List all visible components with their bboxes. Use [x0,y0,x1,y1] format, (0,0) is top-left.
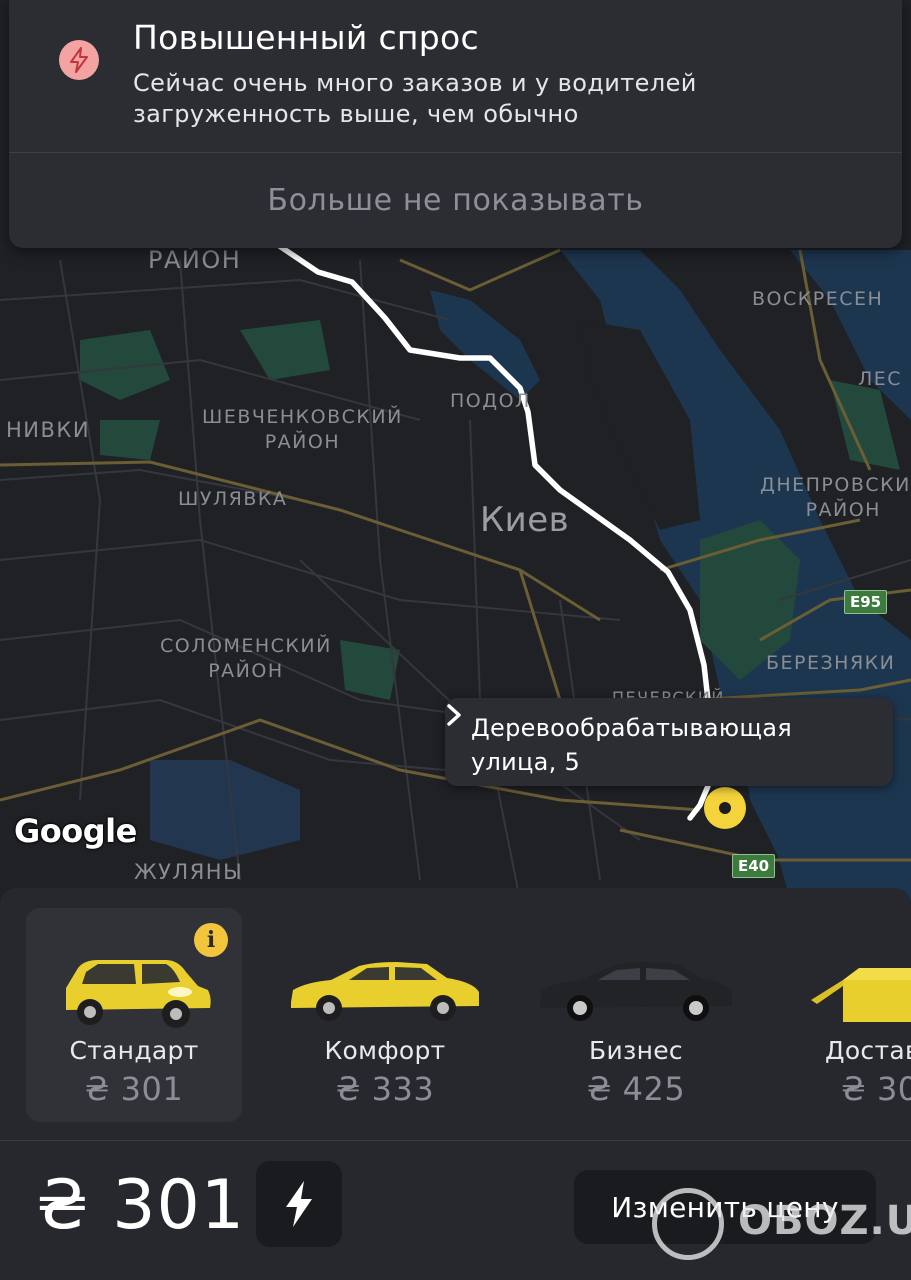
map-label-solomensky: СОЛОМЕНСКИЙ РАЙОН [160,635,332,682]
map-label-voskresenka: ВОСКРЕСЕН [752,288,884,310]
info-icon[interactable]: i [194,923,228,957]
destination-address: Деревообрабатывающая улица, 5 [471,714,793,776]
tariff-name: Стандарт [69,1036,199,1065]
map-label-les: ЛЕС [858,368,903,390]
tariff-business[interactable]: Бизнес ₴ 425 [528,908,744,1122]
map-label-shulyavka: ШУЛЯВКА [178,488,288,510]
tariff-standard[interactable]: i Стандарт ₴ 301 [26,908,242,1122]
road-shield-e95: E95 [844,590,888,614]
divider [0,1140,911,1141]
watermark-text: OBOZ.UA [738,1198,911,1244]
map-label-dneprovsky: ДНЕПРОВСКИЙ РАЙОН [760,474,911,521]
map-label-podol: ПОДОЛ [450,390,531,412]
watermark-logo-icon [652,1188,724,1260]
car-sedan-icon [291,962,479,1021]
tariff-price: ₴ 333 [335,1070,435,1108]
destination-pin-icon[interactable] [704,787,746,829]
tariff-price: ₴ 425 [586,1070,686,1108]
google-logo: Google [14,812,137,850]
map-label-pechersky: ПЕЧЕРСКИЙ [612,688,725,698]
map-label-bereznyaki: БЕРЕЗНЯКИ [766,652,896,674]
map-label-shevchenkovsky: ШЕВЧЕНКОВСКИЙ РАЙОН [202,406,403,453]
dont-show-again-button[interactable]: Больше не показывать [9,153,902,248]
map-label-nivki: НИВКИ [6,418,91,442]
tariff-comfort[interactable]: Комфорт ₴ 333 [277,908,493,1122]
tariff-name: Достав [825,1036,911,1065]
tariff-name: Комфорт [324,1036,446,1065]
tariff-price: ₴ 301 [84,1070,184,1108]
destination-address-pill[interactable]: Деревообрабатывающая улица, 5 [445,698,893,786]
total-price: ₴ 301 [36,1166,246,1245]
tariff-price: ₴ 30 [841,1070,911,1108]
tariff-name: Бизнес [589,1036,683,1065]
map-label-raion: РАЙОН [148,246,242,274]
road-shield-e40: E40 [732,854,776,878]
tariff-delivery[interactable]: Достав ₴ 30 [779,908,911,1122]
lightning-icon [59,40,99,80]
notification-title: Повышенный спрос [133,18,479,57]
chevron-right-icon [447,704,461,726]
car-business-icon [540,962,732,1021]
notification-text: Сейчас очень много заказов и у водителей… [133,69,697,128]
map-label-zhulyany: ЖУЛЯНЫ [134,860,244,884]
lightning-icon [286,1181,312,1227]
surge-button[interactable] [256,1161,342,1247]
delivery-box-icon [811,968,911,1022]
watermark: OBOZ.UA [652,1184,911,1264]
high-demand-notification: Повышенный спрос Сейчас очень много зака… [9,0,902,248]
map-label-city: Киев [480,500,570,540]
